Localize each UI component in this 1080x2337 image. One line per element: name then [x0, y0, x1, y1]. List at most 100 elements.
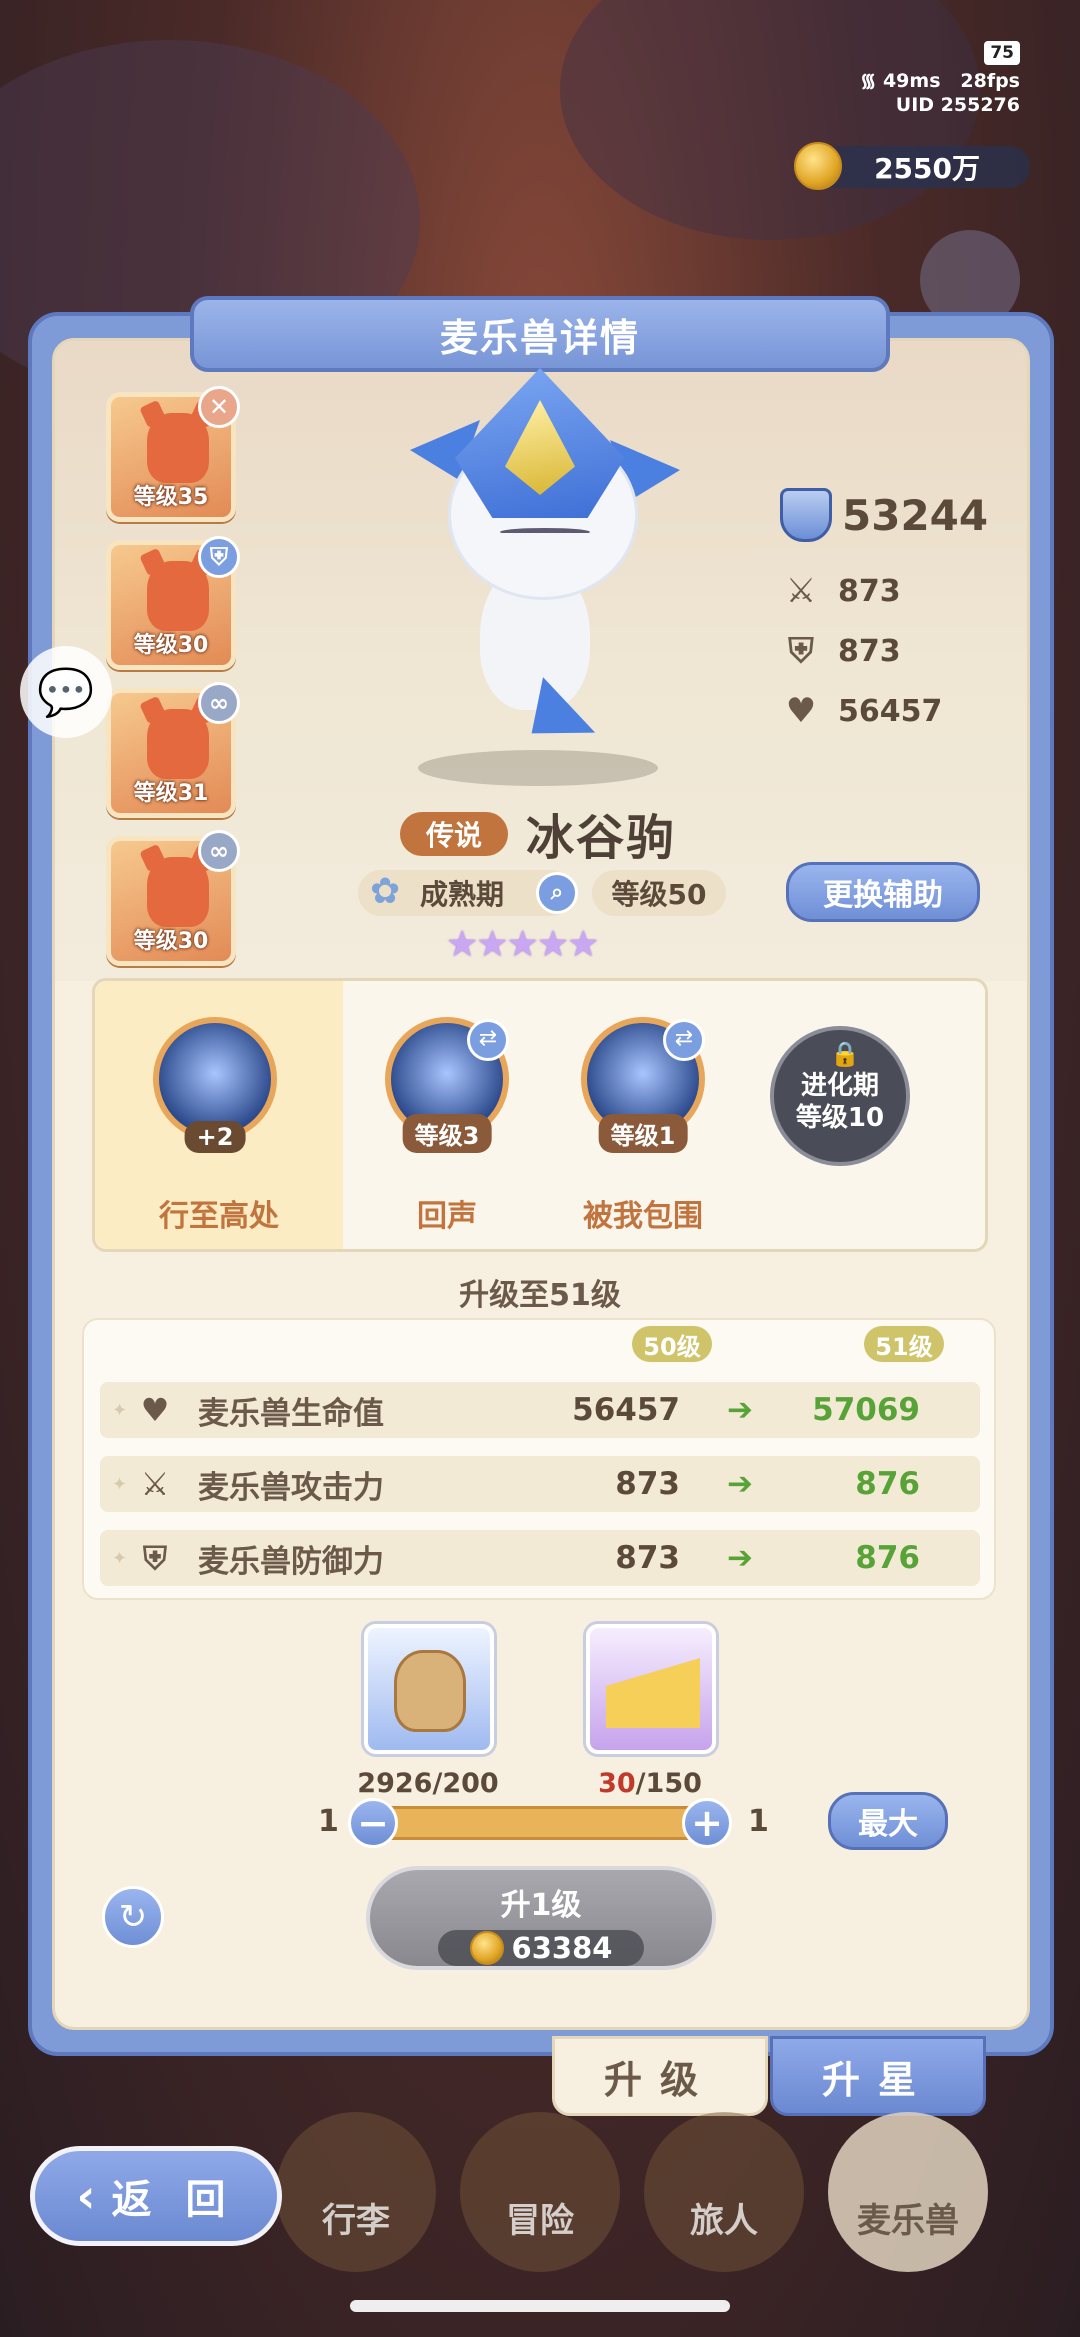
- flower-icon: ✿: [370, 871, 401, 912]
- next-level-tag: 51级: [864, 1326, 944, 1362]
- cheese-item[interactable]: [586, 1624, 716, 1754]
- locked-skill-level: 等级10: [795, 1103, 885, 1133]
- chat-button[interactable]: 💬: [20, 646, 112, 738]
- cheese-count: 30/150: [550, 1768, 750, 1799]
- upgrade-cost: 63384: [438, 1930, 644, 1966]
- pet-portrait: [147, 561, 209, 631]
- stat-new-value: 876: [855, 1466, 920, 1502]
- swap-icon[interactable]: ⇄: [467, 1019, 509, 1061]
- nav-pets[interactable]: 麦乐兽: [828, 2112, 988, 2272]
- magnify-icon[interactable]: ⌕: [536, 872, 578, 914]
- minus-button[interactable]: −: [348, 1798, 398, 1848]
- table-row: ✦ ⛨ 麦乐兽防御力 873 ➔ 876: [100, 1530, 980, 1586]
- cheese-have: 30: [598, 1768, 636, 1799]
- swords-icon: ⚔: [785, 571, 817, 611]
- stat-old-value: 56457: [572, 1392, 680, 1428]
- skill-icon-2[interactable]: 等级3 ⇄: [385, 1017, 509, 1153]
- stat-label: 麦乐兽攻击力: [198, 1469, 384, 1506]
- team-pet-level: 等级30: [133, 929, 209, 954]
- tab-level-up[interactable]: 升级: [552, 2036, 768, 2116]
- swap-icon[interactable]: ⇄: [663, 1019, 705, 1061]
- link-badge-icon: ∞: [198, 682, 240, 724]
- skill-name-3: 被我包围: [583, 1199, 703, 1234]
- pet-eyes: [500, 528, 590, 536]
- cheese-icon: [606, 1658, 700, 1728]
- gold-balance: 2550万: [794, 142, 1030, 190]
- ping-value: 49ms: [882, 70, 941, 92]
- team-pet-level: 等级35: [133, 485, 209, 510]
- upgrade-label: 升1级: [500, 1888, 582, 1923]
- team-pet-level: 等级30: [133, 633, 209, 658]
- skill-name-2: 回声: [417, 1199, 477, 1234]
- food-bag-need: /200: [432, 1768, 499, 1799]
- row-marker: ✦: [112, 1399, 128, 1421]
- home-indicator[interactable]: [350, 2300, 730, 2312]
- combat-power: 53244: [780, 488, 988, 542]
- upgrade-button[interactable]: 升1级 63384: [366, 1866, 716, 1970]
- hp-stat: ♥ 56457: [782, 691, 943, 731]
- locked-skill[interactable]: 🔒 进化期 等级10: [770, 1026, 910, 1166]
- link-badge-icon: ∞: [198, 830, 240, 872]
- network-status: 75 ᯾ 49ms 28fps UID 255276: [860, 40, 1020, 117]
- nav-traveler[interactable]: 旅人: [644, 2112, 804, 2272]
- lock-icon: 🔒: [830, 1040, 860, 1068]
- quantity-slider[interactable]: [374, 1806, 706, 1840]
- skill-bonus: +2: [184, 1121, 246, 1153]
- stat-new-value: 57069: [812, 1392, 920, 1428]
- food-bag-icon: [394, 1650, 466, 1732]
- stat-old-value: 873: [615, 1540, 680, 1576]
- tab-star-up[interactable]: 升星: [770, 2036, 986, 2116]
- growth-stage: ✿ 成熟期 ⌕: [358, 870, 578, 916]
- shield-icon: ⛨: [788, 631, 814, 671]
- arrow-right-icon: ➔: [727, 1540, 753, 1576]
- nav-adventure[interactable]: 冒险: [460, 2112, 620, 2272]
- battery-level: 75: [984, 41, 1020, 65]
- table-row: ✦ ⚔ 麦乐兽攻击力 873 ➔ 876: [100, 1456, 980, 1512]
- skill-icon-3[interactable]: 等级1 ⇄: [581, 1017, 705, 1153]
- uid-label: UID 255276: [895, 94, 1020, 116]
- pet-portrait: [147, 709, 209, 779]
- skill-level: 等级1: [598, 1114, 688, 1153]
- defense-stat: ⛨ 873: [782, 631, 900, 671]
- current-level-tag: 50级: [632, 1326, 712, 1362]
- shield-icon: ⛨: [142, 1538, 167, 1577]
- gold-amount: 2550万: [874, 152, 980, 185]
- remove-icon[interactable]: ✕: [198, 386, 240, 428]
- rarity-badge: 传说: [400, 812, 508, 856]
- upgrade-target: 升级至51级: [459, 1278, 621, 1313]
- nav-bag[interactable]: 行李: [276, 2112, 436, 2272]
- chat-icon: 💬: [37, 664, 95, 719]
- star-rating: ★★★★★: [446, 924, 599, 965]
- fps-value: 28fps: [960, 70, 1020, 92]
- upgrade-cost-value: 63384: [511, 1931, 613, 1965]
- skill-name-1: 行至高处: [159, 1199, 279, 1234]
- attack-value: 873: [838, 573, 901, 609]
- background-foliage: [560, 0, 980, 240]
- skill-icon-1[interactable]: +2: [153, 1017, 277, 1153]
- food-bag-item[interactable]: [364, 1624, 494, 1754]
- back-button[interactable]: ‹ 返 回: [30, 2146, 282, 2246]
- coin-icon: [794, 142, 842, 190]
- change-assist-button[interactable]: 更换辅助: [786, 862, 980, 922]
- back-label: 返 回: [111, 2177, 236, 2223]
- cheese-need: /150: [635, 1768, 702, 1799]
- arrow-right-icon: ➔: [727, 1392, 753, 1428]
- pet-level: 等级50: [592, 870, 726, 916]
- pet-portrait: [147, 857, 209, 927]
- plus-button[interactable]: +: [682, 1798, 732, 1848]
- power-shield-icon: [780, 488, 832, 542]
- swords-icon: ⚔: [140, 1465, 170, 1503]
- tab-divider: [550, 2030, 986, 2032]
- stat-label: 麦乐兽防御力: [198, 1543, 384, 1580]
- team-pet-level: 等级31: [133, 781, 209, 806]
- attack-stat: ⚔ 873: [782, 572, 901, 610]
- row-marker: ✦: [112, 1547, 128, 1569]
- heart-icon: ♥: [785, 691, 817, 731]
- arrow-right-icon: ➔: [727, 1466, 753, 1502]
- food-bag-have: 2926: [357, 1768, 433, 1799]
- reset-button[interactable]: ↻: [102, 1886, 164, 1948]
- shield-badge-icon: ⛨: [198, 536, 240, 578]
- slider-min: 1: [318, 1804, 339, 1839]
- stat-new-value: 876: [855, 1540, 920, 1576]
- max-button[interactable]: 最大: [828, 1792, 948, 1850]
